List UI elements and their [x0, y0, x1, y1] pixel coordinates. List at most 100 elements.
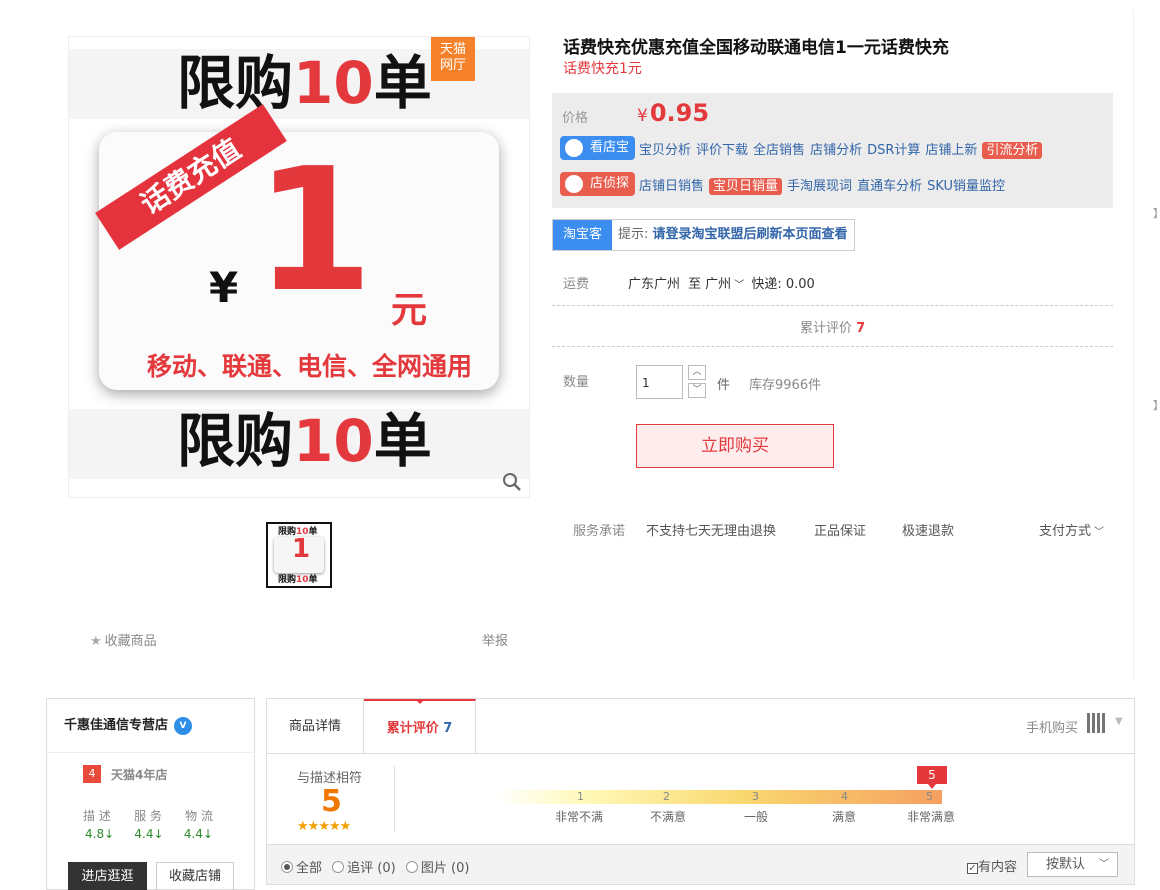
shop-years-text: 天猫4年店 — [111, 768, 168, 782]
scale-num-4: 4 — [841, 790, 848, 803]
quantity-decrease-button[interactable]: ﹀ — [688, 383, 706, 398]
tool-link[interactable]: SKU销量监控 — [927, 179, 1005, 194]
image-bottom-text-num: 10 — [293, 407, 374, 475]
cumulative-reviews-label: 累计评价 — [800, 321, 853, 336]
metric-value-logistics: 4.4↓ — [184, 827, 213, 841]
arrow-down-icon: ↓ — [153, 827, 164, 841]
filter-all-radio[interactable]: 全部 — [281, 861, 322, 876]
service-item-no-return: 不支持七天无理由退换 — [646, 524, 777, 539]
tool-link[interactable]: 店铺分析 — [810, 143, 862, 158]
card-unit: 元 — [391, 290, 428, 331]
shipping-destination-select[interactable]: 广州 ﹀ — [705, 277, 747, 292]
tool-link[interactable]: 宝贝分析 — [639, 143, 691, 158]
dianzhentan-label: 店侦探 — [590, 176, 630, 191]
taobaoke-hint: 提示: 请登录淘宝联盟后刷新本页面查看 — [612, 220, 854, 250]
tool-link-shop-daily-sales[interactable]: 店铺日销售 — [639, 179, 704, 194]
filter-all-label: 全部 — [296, 861, 323, 876]
star-icon: ★ — [297, 819, 309, 834]
sort-select[interactable]: 按默认 ﹀ — [1027, 852, 1118, 877]
tab-pointer-icon — [415, 699, 425, 704]
rating-divider — [394, 766, 395, 832]
metric-value-service: 4.4↓ — [134, 827, 163, 841]
shipping-info: 广东广州 至广州 ﹀ 快递: 0.00 — [628, 273, 815, 292]
rating-stars: ★★★★★ — [297, 819, 352, 834]
filter-append-radio[interactable]: 追评 (0) — [332, 861, 396, 876]
image-bottom-text-b: 单 — [373, 407, 432, 475]
shop-name: 千惠佳通信专营店 — [64, 718, 169, 733]
divider — [552, 305, 1113, 306]
metric-label-service: 服 务 — [134, 809, 162, 823]
report-link[interactable]: 举报 — [482, 630, 508, 649]
card-currency: ¥ — [209, 263, 239, 312]
shop-name-row[interactable]: 千惠佳通信专营店 V — [47, 699, 254, 753]
star-icon: ★ — [90, 634, 102, 649]
thumb-amount: 1 — [292, 534, 311, 564]
metric-label-description: 描 述 — [83, 809, 111, 823]
has-content-checkbox[interactable]: ✓有内容 — [967, 856, 1017, 875]
cumulative-reviews[interactable]: 累计评价 7 — [800, 317, 865, 336]
detail-tabs: 商品详情 累计评价 7 手机购买 ▼ — [266, 698, 1135, 754]
taobaoke-hint-link[interactable]: 请登录淘宝联盟后刷新本页面查看 — [653, 227, 848, 242]
main-product-image[interactable]: 限购10单 天猫 网厅 话费充值 ¥ 1 元 移动、联通、电信、全网通用 限购10… — [68, 36, 530, 498]
image-bottom-text-a: 限购 — [177, 407, 294, 475]
scale-label-1: 非常不满 — [555, 810, 604, 824]
tab-product-detail[interactable]: 商品详情 — [267, 699, 364, 754]
taobaoke-tag: 淘宝客 — [553, 220, 613, 250]
buy-now-button[interactable]: 立即购买 — [636, 424, 834, 468]
rating-marker-pointer — [928, 784, 936, 789]
tool-link[interactable]: 店铺上新 — [925, 143, 977, 158]
chevron-down-icon: ﹀ — [1099, 859, 1109, 870]
tool-link-traffic-analysis[interactable]: 引流分析 — [982, 141, 1043, 159]
enter-shop-button[interactable]: 进店逛逛 — [68, 862, 147, 890]
quantity-input[interactable]: 1 — [636, 365, 683, 399]
tool-link[interactable]: DSR计算 — [867, 143, 920, 158]
dianzhentan-badge[interactable]: 店侦探 — [560, 172, 636, 196]
price-label: 价格 — [562, 111, 589, 126]
product-subtitle: 话费快充1元 — [563, 61, 642, 77]
scale-label-2: 不满意 — [650, 810, 687, 824]
tab-reviews[interactable]: 累计评价 7 — [364, 699, 476, 754]
sort-label: 按默认 — [1046, 857, 1086, 872]
tool-row2-links: 手淘展现词 直通车分析 SKU销量监控 — [787, 177, 1010, 194]
tool-link[interactable]: 评价下载 — [696, 143, 748, 158]
rating-scale-numbers: 1 2 3 4 5 — [537, 790, 957, 804]
rating-scale-labels: 非常不满 不满意 一般 满意 非常满意 — [537, 808, 977, 824]
star-icon: ★ — [307, 819, 320, 834]
review-filter-bar: 全部 追评 (0) 图片 (0) ✓有内容 按默认 ﹀ — [266, 845, 1135, 885]
quantity-unit: 件 — [717, 378, 731, 393]
kandianbao-badge[interactable]: 看店宝 — [560, 136, 636, 160]
rating-marker: 5 — [917, 766, 947, 784]
metric-value-logistics-num: 4.4 — [183, 827, 203, 841]
shipping-to-word: 至 — [688, 277, 702, 292]
tool-link[interactable]: 全店销售 — [753, 143, 805, 158]
tool-link-item-daily-sales[interactable]: 宝贝日销量 — [709, 177, 783, 195]
image-top-text-num: 10 — [293, 49, 374, 117]
zoom-icon[interactable] — [501, 471, 523, 493]
filter-photo-radio[interactable]: 图片 (0) — [405, 861, 469, 876]
star-icon: ★ — [318, 819, 330, 834]
quantity-label: 数量 — [563, 375, 590, 390]
service-item-genuine: 正品保证 — [814, 524, 867, 539]
payment-methods-dropdown[interactable]: 支付方式 ﹀ — [1039, 520, 1104, 539]
tool-link[interactable]: 直通车分析 — [857, 179, 922, 194]
price-number: 0.95 — [649, 99, 710, 127]
star-icon: ★ — [339, 819, 352, 834]
scale-label-3: 一般 — [744, 810, 769, 824]
quantity-increase-button[interactable]: ︿ — [688, 365, 706, 380]
thumb-bottom-text-a: 限购 — [278, 575, 297, 585]
thumbnail-1[interactable]: 限购10单 1 限购10单 — [266, 522, 332, 588]
price-symbol: ¥ — [637, 106, 648, 126]
mobile-purchase-label[interactable]: 手机购买 — [1026, 717, 1078, 736]
kandianbao-icon — [565, 139, 583, 157]
arrow-down-icon: ↓ — [202, 827, 213, 841]
kandianbao-label: 看店宝 — [590, 140, 630, 155]
favorite-product-link[interactable]: ★ 收藏商品 — [90, 630, 157, 649]
dianzhentan-icon — [565, 175, 583, 193]
taobaoke-hint-prefix: 提示: — [618, 227, 653, 242]
payment-label: 支付方式 — [1039, 524, 1092, 539]
tool-link[interactable]: 手淘展现词 — [787, 179, 852, 194]
tmall-badge-line2: 网厅 — [439, 58, 466, 73]
qr-code-icon[interactable] — [1087, 713, 1107, 733]
favorite-shop-button[interactable]: 收藏店铺 — [156, 862, 234, 890]
divider — [552, 346, 1113, 347]
